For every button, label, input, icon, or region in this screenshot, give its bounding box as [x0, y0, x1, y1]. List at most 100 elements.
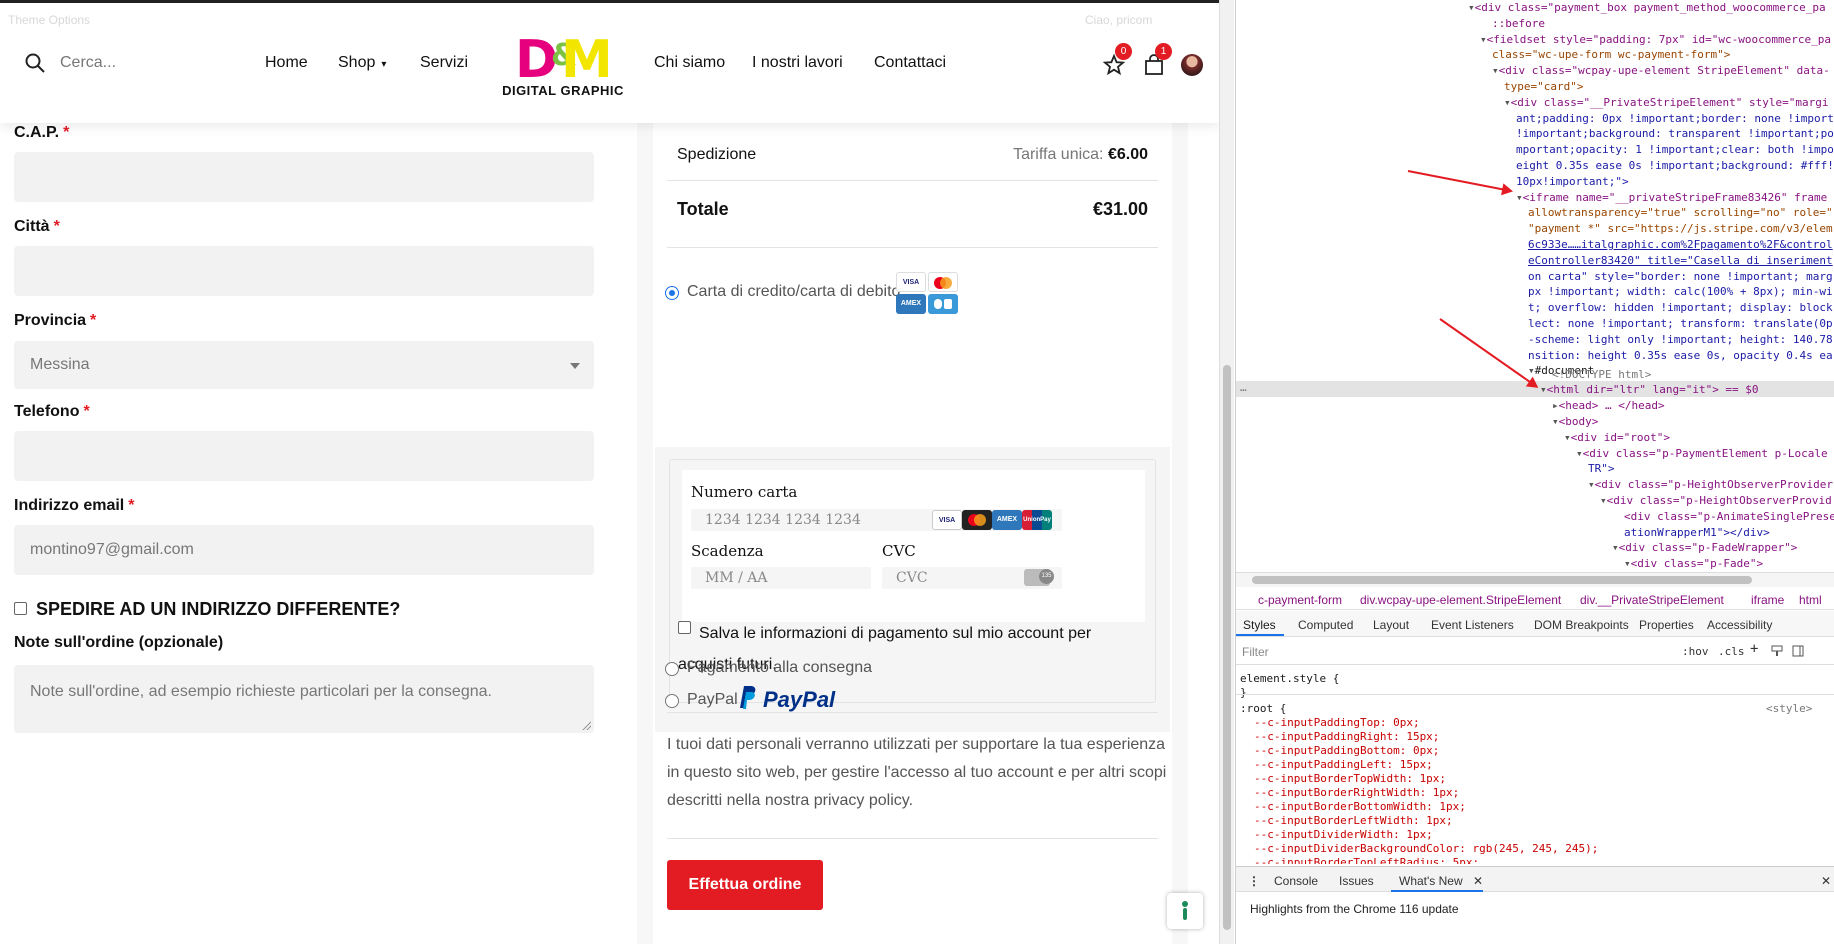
dom-line[interactable]: <div class="p-HeightObserverProvid — [1607, 494, 1832, 507]
account-avatar[interactable] — [1181, 54, 1203, 76]
css-variable[interactable]: --c-inputBorderRightWidth: 1px; — [1254, 786, 1459, 800]
mastercard-icon — [962, 510, 992, 530]
styles-filter-input[interactable]: Filter — [1242, 645, 1269, 659]
styles-panel-tabs: Styles Computed Layout Event Listeners D… — [1236, 611, 1834, 637]
site-logo[interactable]: D & M DIGITAL GRAPHIC — [499, 27, 627, 99]
style-source-link[interactable]: <style> — [1766, 702, 1812, 716]
card-payment-box: Numero carta 1234 1234 1234 1234 VISA AM… — [655, 447, 1170, 732]
style-rule-root[interactable]: :root { — [1240, 702, 1286, 716]
devtools-panel: … ▾<div class="payment_box payment_metho… — [1235, 0, 1834, 944]
cod-payment-radio[interactable] — [665, 662, 679, 676]
card-payment-label[interactable]: Carta di credito/carta di debito — [687, 283, 900, 301]
dom-line[interactable]: <div class="p-PaymentElement p-Locale — [1583, 447, 1828, 460]
css-variable[interactable]: --c-inputPaddingTop: 0px; — [1254, 716, 1420, 730]
nav-nostri-lavori[interactable]: I nostri lavori — [752, 54, 843, 72]
dom-line[interactable]: <body> — [1559, 415, 1599, 428]
elements-horizontal-scrollbar[interactable] — [1236, 572, 1834, 587]
dom-line[interactable]: <div class="p-HeightObserverProvider — [1595, 478, 1833, 491]
css-variable[interactable]: --c-inputDividerWidth: 1px; — [1254, 828, 1433, 842]
page-scrollbar[interactable] — [1219, 0, 1234, 944]
css-variable[interactable]: --c-inputPaddingLeft: 15px; — [1254, 758, 1433, 772]
dom-line[interactable]: <head> … </head> — [1559, 399, 1665, 412]
new-rule-icon[interactable]: + — [1750, 641, 1758, 657]
ship-different-checkbox[interactable] — [14, 602, 27, 615]
search-icon[interactable] — [24, 52, 46, 74]
class-toggle[interactable]: .cls — [1718, 645, 1745, 658]
divider — [667, 247, 1158, 248]
tab-accessibility[interactable]: Accessibility — [1707, 618, 1772, 632]
cap-field[interactable] — [14, 152, 594, 202]
tab-computed[interactable]: Computed — [1298, 618, 1353, 632]
tab-styles[interactable]: Styles — [1243, 618, 1276, 632]
drawer-tab-whats-new[interactable]: What's New — [1399, 874, 1463, 888]
stripe-card-element: Numero carta 1234 1234 1234 1234 VISA AM… — [682, 470, 1145, 622]
tab-event-listeners[interactable]: Event Listeners — [1431, 618, 1514, 632]
css-variable[interactable]: --c-inputPaddingRight: 15px; — [1254, 730, 1439, 744]
dom-line[interactable]: <div class="p-FadeWrapper"> — [1619, 541, 1798, 554]
style-rule-element[interactable]: element.style { — [1240, 672, 1339, 686]
breadcrumb-item[interactable]: c-payment-form — [1258, 593, 1342, 607]
drawer-tab-console[interactable]: Console — [1274, 874, 1318, 888]
tab-dom-breakpoints[interactable]: DOM Breakpoints — [1534, 618, 1629, 632]
dom-line[interactable]: TR"> — [1588, 462, 1615, 475]
logo-mark: D & M — [515, 30, 613, 90]
accessibility-button[interactable] — [1167, 893, 1203, 929]
breadcrumb-item[interactable]: html — [1799, 593, 1822, 607]
dom-line[interactable]: ationWrapperM1"></div> — [1624, 526, 1770, 539]
city-field[interactable] — [14, 246, 594, 296]
email-field[interactable]: montino97@gmail.com — [14, 525, 594, 575]
cvc-card-icon: 135 — [1024, 569, 1054, 586]
css-variable[interactable]: --c-inputPaddingBottom: 0px; — [1254, 744, 1439, 758]
ship-different-label[interactable]: SPEDIRE AD UN INDIRIZZO DIFFERENTE? — [36, 599, 400, 620]
nav-shop-label: Shop — [338, 54, 376, 71]
cvc-label: CVC — [882, 542, 916, 560]
close-tab-icon[interactable]: ✕ — [1473, 874, 1483, 888]
css-variable[interactable]: --c-inputBorderLeftWidth: 1px; — [1254, 814, 1453, 828]
breadcrumb-item[interactable]: iframe — [1751, 593, 1784, 607]
order-notes-textarea[interactable]: Note sull'ordine, ad esempio richieste p… — [14, 665, 594, 733]
cod-payment-label[interactable]: Pagamento alla consegna — [687, 659, 872, 677]
scrollbar-thumb[interactable] — [1252, 576, 1752, 584]
css-variable[interactable]: --c-inputDividerBackgroundColor: rgb(245… — [1254, 842, 1598, 856]
css-variable[interactable]: --c-inputBorderTopWidth: 1px; — [1254, 772, 1446, 786]
nav-servizi[interactable]: Servizi — [420, 54, 468, 72]
drawer-menu-icon[interactable]: ⋮ — [1248, 874, 1260, 888]
breadcrumb-item[interactable]: div.__PrivateStripeElement — [1580, 593, 1724, 607]
drawer-tab-issues[interactable]: Issues — [1339, 874, 1374, 888]
dom-line[interactable]: <!DOCTYPE html> — [1552, 368, 1651, 381]
hover-state-toggle[interactable]: :hov — [1682, 645, 1709, 658]
tab-properties[interactable]: Properties — [1639, 618, 1694, 632]
visa-icon: VISA — [896, 272, 926, 292]
dom-line[interactable]: <div class="p-Fade"> — [1631, 557, 1763, 570]
paint-brush-icon[interactable] — [1771, 645, 1783, 657]
divider — [1236, 694, 1834, 695]
nav-home[interactable]: Home — [265, 54, 308, 72]
order-notes-placeholder: Note sull'ordine, ad esempio richieste p… — [30, 683, 492, 700]
paypal-payment-label[interactable]: PayPal — [687, 691, 738, 709]
dom-line[interactable]: <div class="p-AnimateSinglePrese — [1624, 510, 1834, 523]
css-variable[interactable]: --c-inputBorderTopLeftRadius: 5px; — [1254, 856, 1479, 864]
scrollbar-thumb[interactable] — [1223, 365, 1231, 930]
resize-handle[interactable] — [581, 720, 591, 730]
cartes-bancaires-icon — [928, 294, 958, 314]
tab-layout[interactable]: Layout — [1373, 618, 1409, 632]
nav-shop[interactable]: Shop ▾ — [338, 54, 386, 72]
dom-line[interactable]: <div id="root"> — [1571, 431, 1670, 444]
theme-options-link[interactable]: Theme Options — [8, 13, 90, 27]
province-select[interactable]: Messina — [14, 341, 594, 389]
nav-contattaci[interactable]: Contattaci — [874, 54, 946, 72]
expiry-input[interactable]: MM / AA — [691, 567, 871, 589]
nav-chi-siamo[interactable]: Chi siamo — [654, 54, 725, 72]
close-drawer-icon[interactable]: ✕ — [1821, 874, 1831, 888]
css-variable[interactable]: --c-inputBorderBottomWidth: 1px; — [1254, 800, 1466, 814]
search-input[interactable]: Cerca... — [60, 54, 116, 72]
dom-line-selected[interactable]: <html dir="ltr" lang="it"> == $0 — [1547, 383, 1759, 396]
card-payment-radio[interactable] — [665, 286, 679, 300]
place-order-button[interactable]: Effettua ordine — [667, 860, 823, 910]
chevron-down-icon — [570, 363, 580, 369]
site-header: Theme Options Ciao, pricom Cerca... Home… — [0, 3, 1219, 123]
sidebar-toggle-icon[interactable] — [1792, 645, 1804, 657]
paypal-payment-radio[interactable] — [665, 694, 679, 708]
phone-field[interactable] — [14, 431, 594, 481]
breadcrumb-item[interactable]: div.wcpay-upe-element.StripeElement — [1360, 593, 1561, 607]
